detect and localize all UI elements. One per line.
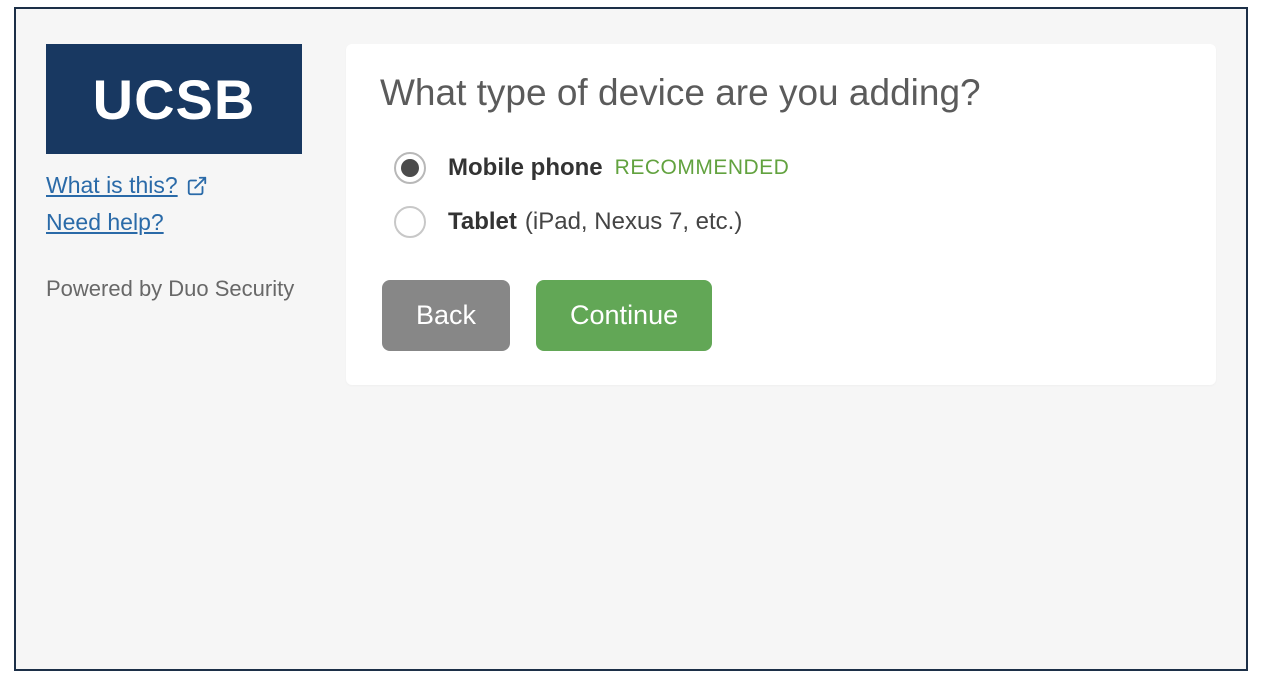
device-options: Mobile phone RECOMMENDED Tablet (iPad, N… [394,152,1182,238]
sidebar: UCSB What is this? Need help? Powered by… [46,44,346,639]
need-help-row: Need help? [46,209,326,236]
what-is-this-row: What is this? [46,172,326,199]
what-is-this-link[interactable]: What is this? [46,172,178,199]
sidebar-links: What is this? Need help? [46,172,326,236]
continue-button[interactable]: Continue [536,280,712,351]
external-link-icon [186,175,208,197]
duo-frame: UCSB What is this? Need help? Powered by… [14,7,1248,671]
powered-by-text: Powered by Duo Security [46,276,326,302]
option-tablet[interactable]: Tablet (iPad, Nexus 7, etc.) [394,206,1182,238]
need-help-link[interactable]: Need help? [46,209,164,236]
radio-selected-dot [401,159,419,177]
main-card: What type of device are you adding? Mobi… [346,44,1216,385]
option-extra-tablet: (iPad, Nexus 7, etc.) [525,208,742,236]
button-row: Back Continue [382,280,1182,351]
radio-tablet[interactable] [394,206,426,238]
radio-mobile-phone[interactable] [394,152,426,184]
option-mobile-phone[interactable]: Mobile phone RECOMMENDED [394,152,1182,184]
back-button[interactable]: Back [382,280,510,351]
logo: UCSB [46,44,302,154]
recommended-badge: RECOMMENDED [615,156,790,180]
page-title: What type of device are you adding? [380,72,1182,114]
logo-text: UCSB [93,67,256,132]
option-label-mobile-phone: Mobile phone [448,154,603,182]
option-label-tablet: Tablet [448,208,517,236]
